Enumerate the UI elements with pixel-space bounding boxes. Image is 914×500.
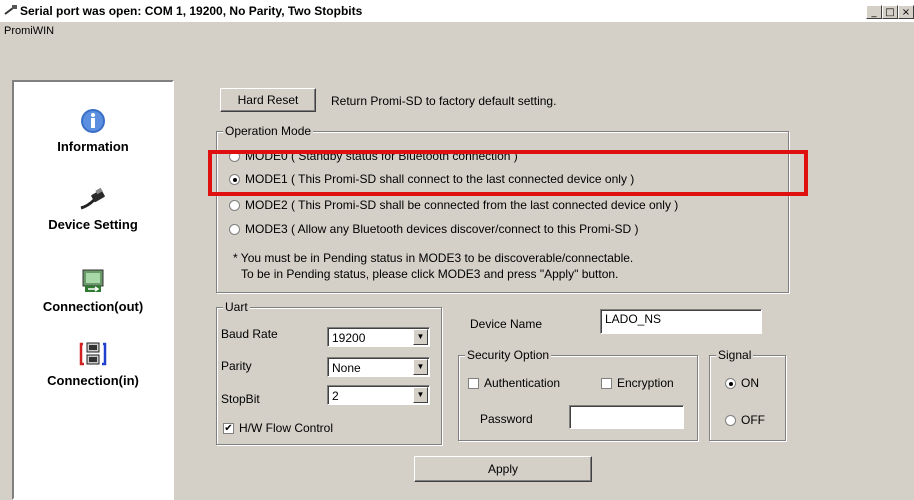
baud-rate-select[interactable]: 19200 ▼ — [327, 327, 430, 347]
minimize-button[interactable]: _ — [866, 5, 882, 19]
stopbit-select[interactable]: 2 ▼ — [327, 385, 430, 405]
hard-reset-button[interactable]: Hard Reset — [220, 88, 316, 112]
baud-rate-label: Baud Rate — [221, 327, 278, 341]
signal-off-radio[interactable]: OFF — [725, 413, 765, 427]
radio-indicator — [229, 199, 240, 211]
sidebar-item-label: Connection(out) — [42, 299, 144, 314]
checkmark-icon: ✔ — [223, 422, 234, 434]
menu-bar: PromiWIN — [0, 22, 914, 40]
window-title: Serial port was open: COM 1, 19200, No P… — [20, 4, 363, 18]
info-icon — [81, 109, 105, 133]
sidebar-item-label: Information — [57, 139, 129, 154]
authentication-label: Authentication — [484, 376, 561, 390]
uart-legend: Uart — [223, 300, 250, 314]
parity-label: Parity — [221, 359, 252, 373]
device-name-label: Device Name — [470, 317, 543, 331]
encryption-checkbox[interactable]: Encryption — [601, 376, 674, 390]
radio-indicator — [725, 414, 736, 426]
signal-on-radio[interactable]: ON — [725, 376, 759, 390]
security-option-legend: Security Option — [465, 348, 552, 362]
sidebar-item-connection-in[interactable]: Connection(in) — [14, 340, 172, 388]
checkbox-indicator — [468, 377, 479, 389]
signal-on-label: ON — [741, 376, 759, 390]
checkbox-indicator — [601, 377, 612, 389]
sidebar-item-label: Connection(in) — [47, 373, 139, 388]
device-name-input[interactable]: LADO_NS — [600, 309, 762, 334]
menu-promiwin[interactable]: PromiWIN — [4, 25, 54, 37]
serial-cable-icon — [4, 5, 17, 15]
radio-indicator — [229, 223, 240, 235]
sidebar: Information Device Setting Connection(ou… — [12, 80, 174, 500]
hard-reset-description: Return Promi-SD to factory default setti… — [331, 94, 557, 108]
mode3-radio[interactable]: MODE3 ( Allow any Bluetooth devices disc… — [229, 222, 639, 236]
connection-out-icon — [82, 269, 104, 292]
title-bar: Serial port was open: COM 1, 19200, No P… — [0, 0, 914, 22]
operation-mode-legend: Operation Mode — [223, 124, 314, 138]
signal-legend: Signal — [716, 348, 754, 362]
password-label: Password — [480, 412, 533, 426]
hw-flow-control-label: H/W Flow Control — [239, 421, 334, 435]
baud-rate-value: 19200 — [332, 331, 366, 345]
parity-value: None — [332, 361, 361, 375]
window-controls: _ □ × — [866, 5, 914, 19]
apply-button[interactable]: Apply — [414, 456, 592, 482]
serial-cable-icon — [80, 187, 105, 210]
chevron-down-icon[interactable]: ▼ — [413, 387, 428, 403]
mode3-note-line2: To be in Pending status, please click MO… — [241, 267, 619, 281]
sidebar-item-information[interactable]: Information — [14, 108, 172, 154]
sidebar-item-device-setting[interactable]: Device Setting — [14, 186, 172, 232]
password-input[interactable] — [569, 405, 684, 429]
encryption-label: Encryption — [617, 376, 674, 390]
mode2-radio[interactable]: MODE2 ( This Promi-SD shall be connected… — [229, 198, 678, 212]
connection-in-icon — [79, 342, 107, 366]
radio-indicator — [725, 377, 736, 389]
signal-off-label: OFF — [741, 413, 765, 427]
maximize-button[interactable]: □ — [882, 5, 898, 19]
parity-select[interactable]: None ▼ — [327, 357, 430, 377]
highlight-box — [208, 150, 808, 196]
sidebar-item-label: Device Setting — [48, 217, 138, 232]
mode3-note-line1: * You must be in Pending status in MODE3… — [233, 251, 634, 265]
stopbit-label: StopBit — [221, 392, 260, 406]
mode3-label: MODE3 ( Allow any Bluetooth devices disc… — [245, 222, 639, 236]
sidebar-item-connection-out[interactable]: Connection(out) — [14, 268, 172, 314]
close-button[interactable]: × — [898, 5, 914, 19]
chevron-down-icon[interactable]: ▼ — [413, 329, 428, 345]
stopbit-value: 2 — [332, 389, 339, 403]
hw-flow-control-checkbox[interactable]: ✔ H/W Flow Control — [223, 421, 333, 435]
authentication-checkbox[interactable]: Authentication — [468, 376, 560, 390]
signal-group: Signal — [709, 348, 786, 441]
mode2-label: MODE2 ( This Promi-SD shall be connected… — [245, 198, 679, 212]
chevron-down-icon[interactable]: ▼ — [413, 359, 428, 375]
